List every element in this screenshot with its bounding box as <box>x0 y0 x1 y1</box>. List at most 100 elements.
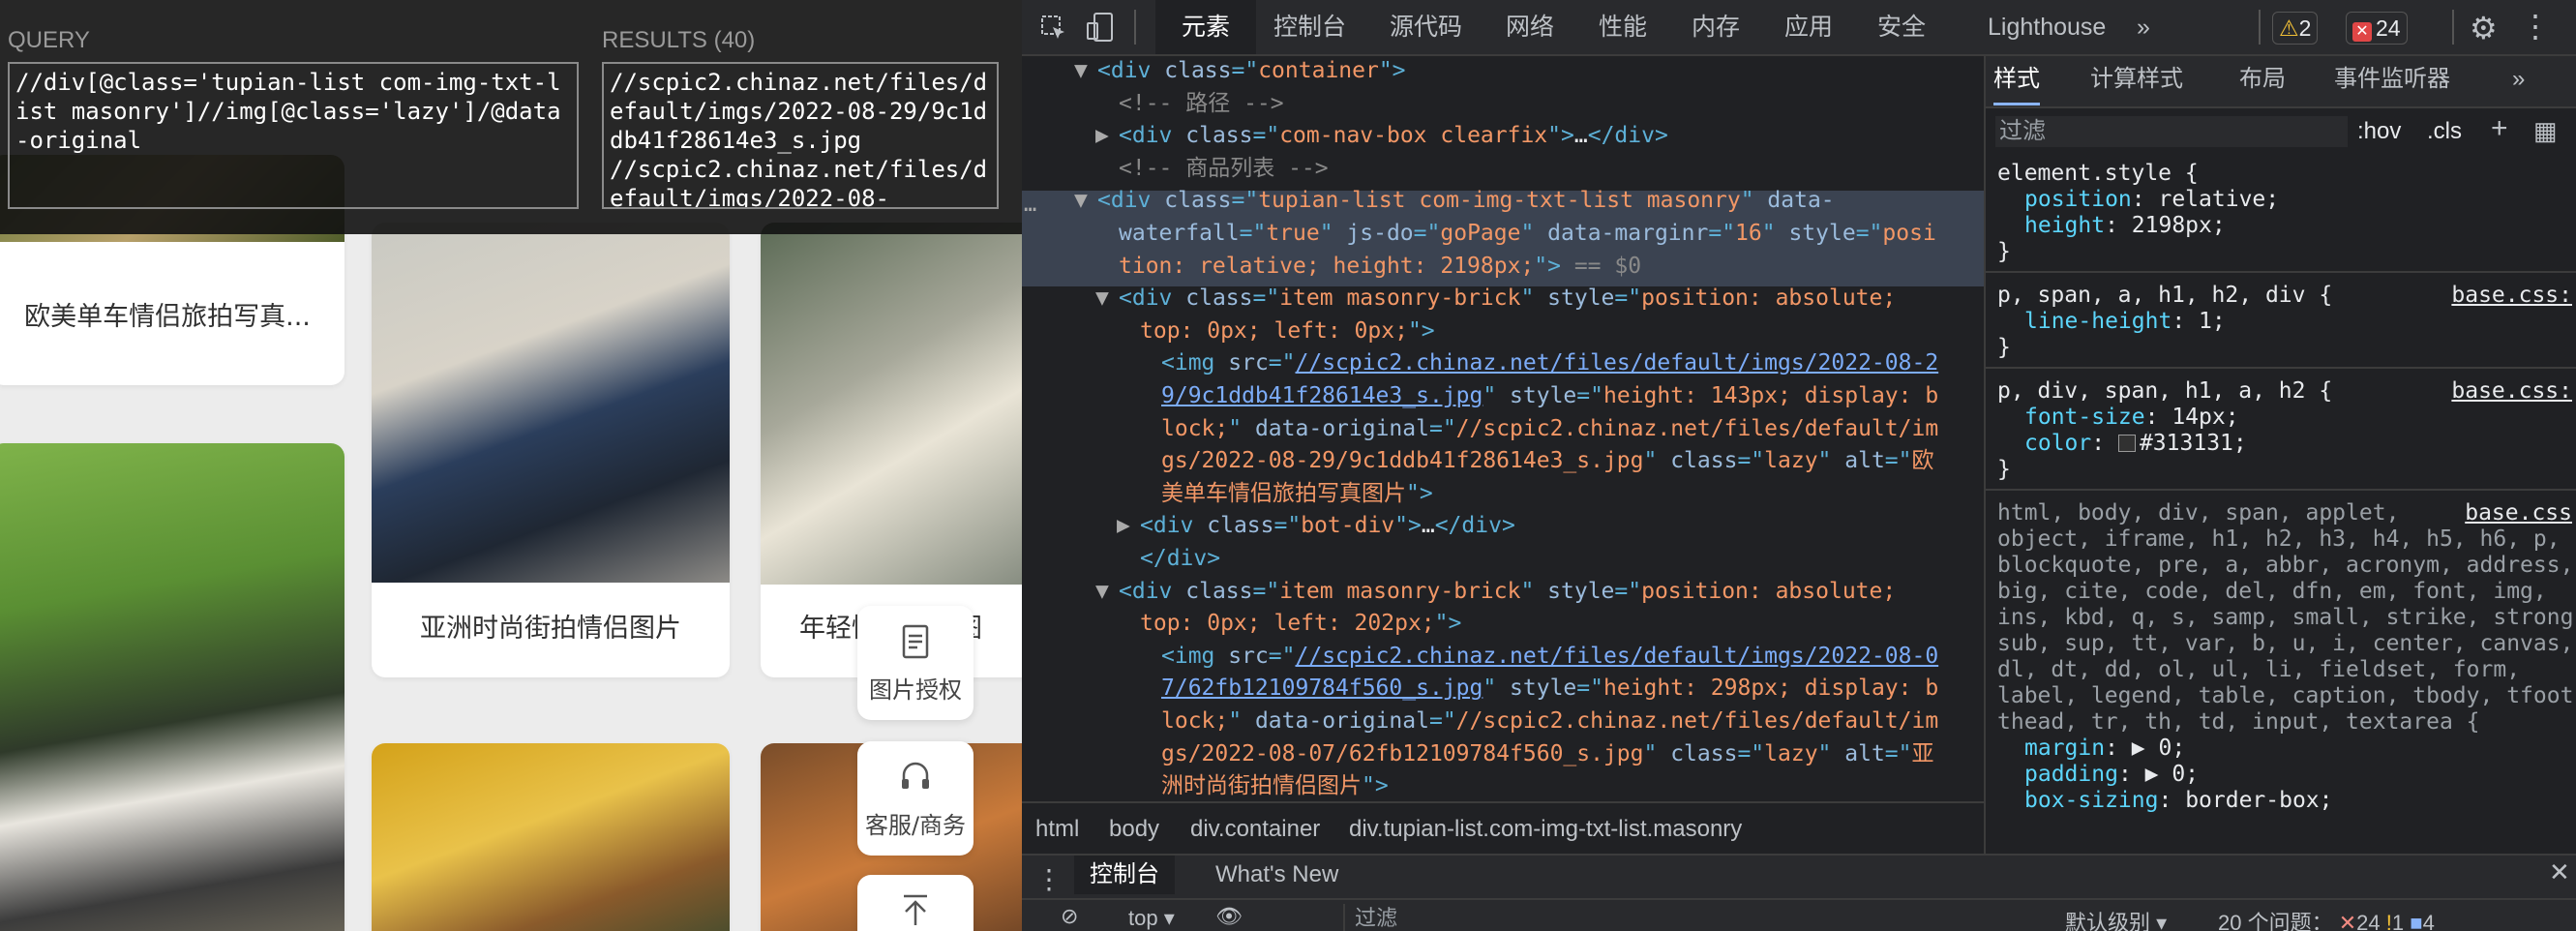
color-swatch[interactable] <box>2117 435 2136 452</box>
css-rule-selector[interactable]: blockquote, pre, a, abbr, acronym, addre… <box>1997 553 2573 579</box>
css-property[interactable]: font-size: 14px; <box>2024 405 2239 431</box>
css-property[interactable]: margin: ▶ 0; <box>2024 736 2185 762</box>
close-drawer-icon[interactable]: ✕ <box>2549 857 2570 887</box>
dom-node-line[interactable]: <!-- 路径 --> <box>1022 89 1984 118</box>
clear-console-icon[interactable]: ⊘ <box>1061 904 1078 929</box>
tab-computed[interactable]: 计算样式 <box>2090 56 2183 103</box>
tab-layout[interactable]: 布局 <box>2239 56 2286 103</box>
tab-network[interactable]: 网络 <box>1506 0 1554 54</box>
dom-node-line[interactable]: lock;" data-original="//scpic2.chinaz.ne… <box>1022 706 1984 736</box>
drawer-menu-icon[interactable]: ⋮ <box>1035 863 1063 895</box>
tab-console[interactable]: 控制台 <box>1273 0 1346 54</box>
styles-filter-input[interactable]: 过滤 <box>1995 116 2348 147</box>
dom-node-line[interactable]: <img src="//scpic2.chinaz.net/files/defa… <box>1022 348 1984 377</box>
css-property[interactable]: height: 2198px; <box>2024 213 2226 239</box>
warnings-badge[interactable]: ⚠2 <box>2272 12 2319 45</box>
card-photo[interactable] <box>761 223 1022 585</box>
css-source-link[interactable]: base.css: <box>2451 283 2572 308</box>
css-rule-selector[interactable]: sub, sup, tt, var, b, u, i, center, canv… <box>1997 631 2573 657</box>
log-level-select[interactable]: 默认级别 ▾ <box>2065 906 2167 931</box>
dom-node-line[interactable]: top: 0px; left: 0px;"> <box>1022 316 1984 345</box>
card-photo[interactable] <box>372 223 730 583</box>
back-to-top-button[interactable] <box>857 875 973 931</box>
dom-node-line[interactable]: ▶ <div class="bot-div">…</div> <box>1022 511 1984 540</box>
class-toggle[interactable]: .cls <box>2427 116 2462 147</box>
collapse-triangle-icon[interactable]: ▼ <box>1095 284 1119 313</box>
device-toolbar-icon[interactable] <box>1086 12 1115 43</box>
dom-node-line[interactable]: 美单车情侣旅拍写真图片"> <box>1022 479 1984 508</box>
tab-event-listeners[interactable]: 事件监听器 <box>2334 56 2450 103</box>
breadcrumb-item-container[interactable]: div.container <box>1190 803 1320 856</box>
dom-node-line[interactable]: <img src="//scpic2.chinaz.net/files/defa… <box>1022 642 1984 671</box>
tab-application[interactable]: 应用 <box>1784 0 1833 54</box>
errors-badge[interactable]: ✕ 24 <box>2346 12 2408 45</box>
css-source-link[interactable]: base.css: <box>2451 378 2572 404</box>
expand-triangle-icon[interactable]: ▶ <box>1117 511 1140 540</box>
console-filter-input[interactable]: 过滤 <box>1343 904 1858 931</box>
more-style-tabs-button[interactable]: » <box>2512 56 2525 103</box>
dom-node-line[interactable]: ▼ <div class="item masonry-brick" style="… <box>1022 284 1984 313</box>
live-expression-eye-icon[interactable]: 👁 <box>1215 904 1243 929</box>
css-property[interactable]: position: relative; <box>2024 187 2279 213</box>
css-source-link[interactable]: base.css <box>2465 500 2572 526</box>
dom-node-line[interactable]: ▶ <div class="com-nav-box clearfix">…</di… <box>1022 121 1984 150</box>
results-output[interactable]: //scpic2.chinaz.net/files/default/imgs/2… <box>602 62 999 209</box>
collapse-triangle-icon[interactable]: ▼ <box>1074 56 1097 85</box>
dom-node-line[interactable]: gs/2022-08-29/9c1ddb41f28614e3_s.jpg" cl… <box>1022 446 1984 475</box>
card-photo[interactable] <box>372 743 730 931</box>
image-card[interactable] <box>0 443 344 931</box>
computed-sidebar-icon[interactable]: ▦ <box>2533 116 2558 146</box>
css-property[interactable]: line-height: 1; <box>2024 309 2226 335</box>
collapse-triangle-icon[interactable]: ▼ <box>1074 186 1097 215</box>
customer-service-button[interactable]: 客服/商务 <box>857 741 973 856</box>
css-rule-selector[interactable]: ins, kbd, q, s, samp, small, strike, str… <box>1997 605 2576 631</box>
card-caption[interactable]: 亚洲时尚街拍情侣图片 <box>372 573 730 677</box>
dom-node-line[interactable]: ▼ <div class="container"> <box>1022 56 1984 85</box>
card-caption[interactable]: 欧美单车情侣旅拍写真... <box>0 242 344 385</box>
hover-state-toggle[interactable]: :hov <box>2357 116 2401 147</box>
collapse-triangle-icon[interactable]: ▼ <box>1095 577 1119 606</box>
dom-node-line[interactable]: 9/9c1ddb41f28614e3_s.jpg" style="height:… <box>1022 381 1984 410</box>
expand-triangle-icon[interactable]: ▶ <box>1095 121 1119 150</box>
css-property[interactable]: box-sizing: border-box; <box>2024 788 2333 814</box>
dom-node-line[interactable]: top: 0px; left: 202px;"> <box>1022 609 1984 638</box>
tab-styles[interactable]: 样式 <box>1993 56 2040 105</box>
settings-gear-icon[interactable]: ⚙ <box>2470 10 2498 46</box>
dom-node-line[interactable]: gs/2022-08-07/62fb12109784f560_s.jpg" cl… <box>1022 739 1984 768</box>
more-options-icon[interactable]: ⋮ <box>2520 8 2551 45</box>
tab-performance[interactable]: 性能 <box>1599 0 1647 54</box>
tab-security[interactable]: 安全 <box>1877 0 1926 54</box>
dom-node-line[interactable]: ▼ <div class="item masonry-brick" style="… <box>1022 577 1984 606</box>
dom-node-line[interactable]: waterfall="true" js-do="goPage" data-mar… <box>1022 219 1984 248</box>
css-rule-selector[interactable]: p, div, span, h1, a, h2 { <box>1997 378 2332 405</box>
image-card[interactable]: 亚洲时尚街拍情侣图片 <box>372 223 730 677</box>
tab-elements[interactable]: 元素 <box>1155 0 1256 54</box>
inspect-element-icon[interactable] <box>1039 14 1068 43</box>
css-rule-selector[interactable]: label, legend, table, caption, tbody, tf… <box>1997 683 2576 709</box>
tab-sources[interactable]: 源代码 <box>1390 0 1462 54</box>
image-license-button[interactable]: 图片授权 <box>857 606 973 720</box>
dom-node-line[interactable]: </div> <box>1022 544 1984 573</box>
css-rule-selector[interactable]: big, cite, code, del, dfn, em, font, img… <box>1997 579 2547 605</box>
breadcrumb-item-body[interactable]: body <box>1109 803 1159 856</box>
css-rule-selector[interactable]: dl, dt, dd, ol, ul, li, fieldset, form, <box>1997 657 2520 683</box>
drawer-tab-whats-new[interactable]: What's New <box>1215 856 1338 894</box>
tab-lighthouse[interactable]: Lighthouse <box>1988 0 2106 54</box>
css-property[interactable]: color: #313131; <box>2024 431 2247 457</box>
drawer-tab-console[interactable]: 控制台 <box>1074 856 1175 894</box>
dom-node-line[interactable]: <!-- 商品列表 --> <box>1022 154 1984 183</box>
new-rule-icon[interactable]: + <box>2491 112 2508 145</box>
css-rule-selector[interactable]: html, body, div, span, applet, <box>1997 500 2399 526</box>
issues-count[interactable]: 20 个问题： ✕24 !1 ■4 <box>2218 906 2435 931</box>
css-rule-selector[interactable]: p, span, a, h1, h2, div { <box>1997 283 2332 309</box>
breadcrumb-item-html[interactable]: html <box>1035 803 1079 856</box>
dom-node-line[interactable]: tion: relative; height: 2198px;"> == $0 <box>1022 252 1984 281</box>
image-card[interactable] <box>372 743 730 931</box>
dom-node-line[interactable]: ▼ <div class="tupian-list com-img-txt-lis… <box>1022 186 1984 215</box>
context-selector[interactable]: top ▾ <box>1128 906 1175 931</box>
tab-memory[interactable]: 内存 <box>1692 0 1740 54</box>
css-rule-selector[interactable]: object, iframe, h1, h2, h3, h4, h5, h6, … <box>1997 526 2561 553</box>
more-tabs-button[interactable]: » <box>2137 0 2150 54</box>
breadcrumb-item-tupian-list[interactable]: div.tupian-list.com-img-txt-list.masonry <box>1349 803 1742 856</box>
dom-node-line[interactable]: 洲时尚街拍情侣图片"> <box>1022 771 1984 800</box>
